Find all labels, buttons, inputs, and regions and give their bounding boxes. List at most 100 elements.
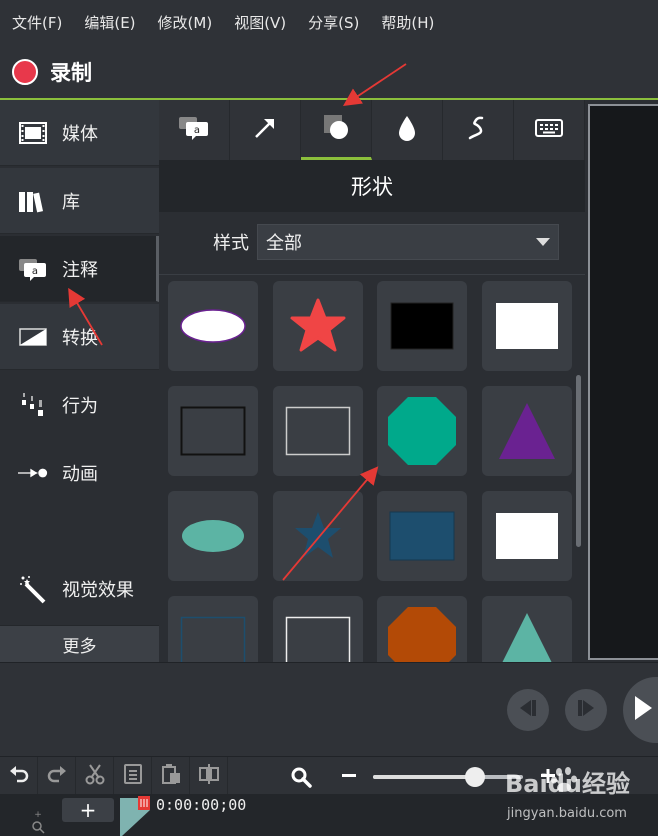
menu-modify[interactable]: 修改(M) [158, 12, 213, 33]
sidebar-item-label: 媒体 [62, 123, 98, 145]
shape-mint-triangle[interactable] [482, 596, 572, 662]
shape-grid-scrollbar[interactable] [576, 375, 581, 547]
zoom-slider[interactable] [373, 767, 523, 787]
zoom-slider-fill [373, 775, 475, 779]
keyboard-icon [535, 119, 563, 141]
sidebar-item-media[interactable]: 媒体 [0, 100, 159, 166]
tab-blur-highlight[interactable] [372, 100, 443, 160]
shape-black-rectangle[interactable] [377, 281, 467, 371]
shape-teal-octagon[interactable] [377, 386, 467, 476]
style-dropdown[interactable]: 全部 [257, 224, 559, 260]
copy-button[interactable] [114, 756, 152, 795]
add-track-button[interactable]: + [62, 798, 114, 822]
paste-icon [160, 763, 182, 789]
tab-callouts[interactable]: a [159, 100, 230, 160]
sidebar-item-label: 库 [62, 191, 80, 213]
sidebar: 媒体 库 a 注释 转换 行为 动画 视觉效果 更多 [0, 100, 159, 662]
menu-file[interactable]: 文件(F) [12, 12, 62, 33]
menu-view[interactable]: 视图(V) [234, 12, 286, 33]
zoom-out-button[interactable] [340, 765, 358, 787]
shape-outline-rectangle-light[interactable] [273, 386, 363, 476]
shape-white-outline-rectangle[interactable] [273, 596, 363, 662]
panel-title: 形状 [159, 160, 585, 212]
step-forward-button[interactable] [565, 689, 607, 731]
timecode: 0:00:00;00 [156, 796, 247, 814]
shape-grid [159, 275, 585, 662]
drop-icon [397, 114, 417, 146]
film-icon [18, 118, 48, 148]
watermark: Baidu经验 jingyan.baidu.com [505, 764, 655, 834]
svg-text:+: + [34, 810, 42, 820]
zoom-search-icon [290, 766, 312, 792]
sidebar-item-label: 注释 [62, 259, 98, 281]
playhead[interactable] [120, 794, 156, 836]
record-icon[interactable] [12, 58, 38, 85]
redo-icon [46, 763, 68, 789]
sidebar-item-visual-effects[interactable]: 视觉效果 [0, 556, 159, 622]
arrow-icon [252, 115, 278, 145]
sidebar-item-animations[interactable]: 动画 [0, 440, 159, 506]
app-window: 文件(F) 编辑(E) 修改(M) 视图(V) 分享(S) 帮助(H) 录制 媒… [0, 0, 658, 836]
tab-shapes[interactable] [301, 100, 372, 160]
track-zoom-icon: + [30, 808, 46, 836]
tab-arrows[interactable] [230, 100, 301, 160]
animation-icon [18, 458, 48, 488]
style-dropdown-value: 全部 [266, 233, 302, 254]
menu-help[interactable]: 帮助(H) [381, 12, 434, 33]
shape-white-rectangle[interactable] [482, 281, 572, 371]
style-filter-row: 样式 全部 [159, 212, 585, 272]
sidebar-item-behaviors[interactable]: 行为 [0, 372, 159, 438]
callout-icon: a [18, 254, 48, 284]
undo-button[interactable] [0, 756, 38, 795]
sidebar-item-label: 行为 [62, 396, 98, 417]
shape-navy-star[interactable] [273, 491, 363, 581]
step-back-button[interactable] [507, 689, 549, 731]
menu-share[interactable]: 分享(S) [308, 12, 359, 33]
menu-edit[interactable]: 编辑(E) [84, 12, 135, 33]
shape-white-ellipse[interactable] [168, 281, 258, 371]
undo-icon [8, 763, 30, 789]
books-icon [18, 186, 48, 216]
sidebar-item-label: 转换 [62, 327, 98, 349]
magic-wand-icon [18, 574, 48, 604]
behaviors-icon [18, 390, 48, 420]
preview-area [585, 100, 658, 662]
cut-button[interactable] [76, 756, 114, 795]
shape-mint-ellipse[interactable] [168, 491, 258, 581]
shapes-icon [322, 113, 350, 145]
menu-bar: 文件(F) 编辑(E) 修改(M) 视图(V) 分享(S) 帮助(H) [0, 0, 658, 44]
svg-text:a: a [32, 266, 38, 277]
shape-red-star[interactable] [273, 281, 363, 371]
record-button[interactable]: 录制 [50, 57, 92, 87]
shape-orange-octagon[interactable] [377, 596, 467, 662]
record-bar: 录制 [0, 44, 658, 99]
playback-bar [0, 662, 658, 756]
tab-keystrokes[interactable] [514, 100, 585, 160]
paste-button[interactable] [152, 756, 190, 795]
shape-white-rectangle-2[interactable] [482, 491, 572, 581]
redo-button[interactable] [38, 756, 76, 795]
sidebar-item-library[interactable]: 库 [0, 168, 159, 234]
scissors-icon [84, 763, 106, 789]
tab-sketch-motion[interactable] [443, 100, 514, 160]
annotations-panel: a 形状 样式 全部 [159, 100, 585, 662]
shape-navy-outline-rectangle[interactable] [168, 596, 258, 662]
play-button[interactable] [623, 677, 658, 743]
canvas[interactable] [588, 104, 658, 660]
sidebar-item-annotations[interactable]: a 注释 [0, 236, 159, 302]
more-button[interactable]: 更多 [0, 625, 159, 662]
step-forward-icon [575, 699, 597, 721]
shape-purple-triangle[interactable] [482, 386, 572, 476]
shape-navy-rectangle[interactable] [377, 491, 467, 581]
transition-icon [18, 322, 48, 352]
split-button[interactable] [190, 756, 228, 795]
annotation-tabs: a [159, 100, 585, 160]
zoom-slider-thumb[interactable] [465, 767, 485, 787]
squiggle-icon [466, 114, 490, 146]
sidebar-item-transitions[interactable]: 转换 [0, 304, 159, 370]
play-icon [633, 695, 653, 725]
style-label: 样式 [213, 233, 249, 254]
chevron-down-icon [536, 238, 550, 246]
split-icon [198, 763, 220, 789]
shape-outline-rectangle-dark[interactable] [168, 386, 258, 476]
